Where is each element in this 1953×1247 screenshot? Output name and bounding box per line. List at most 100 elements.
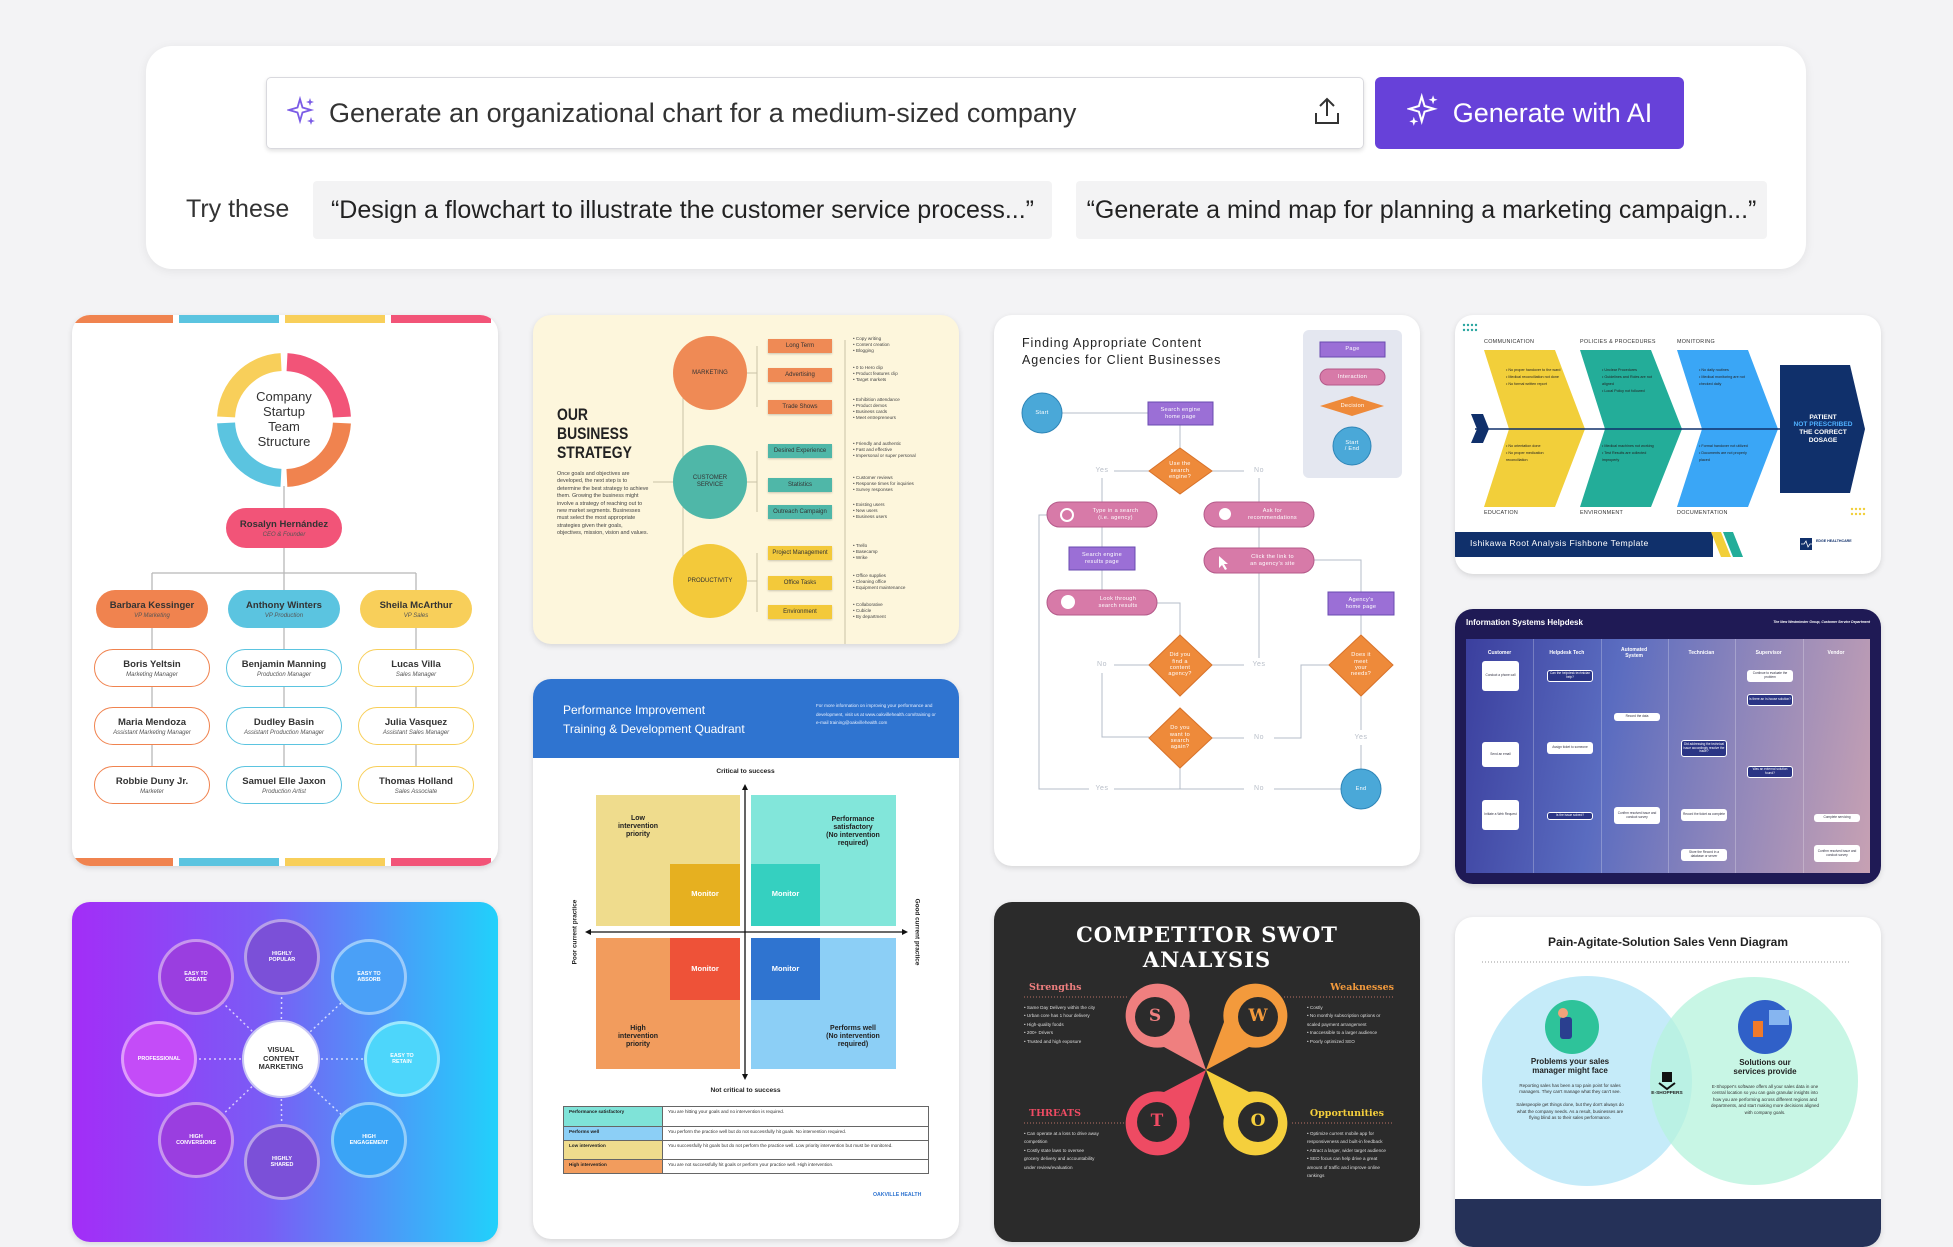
branch-label-yes: Yes [1354,733,1368,741]
marketing-benefit-node: HIGH CONVERSIONS [158,1102,234,1178]
monitor-label: Monitor [691,888,719,898]
strategy-bullets: Exhibition attendanceProduct demosBusine… [853,397,943,421]
marketing-benefit-node: HIGH ENGAGEMENT [331,1102,407,1178]
process-box: Record the ticket as complete [1681,809,1727,821]
template-card-flowchart[interactable]: Finding Appropriate Content Agencies for… [994,315,1420,866]
branch-label-no: No [1254,466,1264,474]
bullet-item: No daily routines [1699,367,1754,374]
bullet-item: Impersonal or super personal [853,453,943,459]
member-role: Assistant Sales Manager [382,729,450,736]
strategy-bullets: Copy writingContent creationBlogging [853,336,943,354]
fishbone-category: DOCUMENTATION [1677,510,1728,516]
process-box: Confirm resolved issue and conduct surve… [1614,807,1660,824]
member-name: Boris Yeltsin [123,658,181,670]
oakville-health-logo: OAKVILLE HEALTH [873,1192,922,1198]
legend-value: You perform the practice well but do not… [668,1129,847,1134]
suggestion-chip-flowchart[interactable]: “Design a flowchart to illustrate the cu… [313,181,1052,239]
edge-healthcare-logo: EDGE HEALTHCARE [1816,539,1852,543]
bullet-item: Poorly optimized SEO [1307,1038,1387,1046]
sparkle-icon [1405,92,1441,134]
ceo-name: Rosalyn Hernández [239,518,329,530]
fishbone-head-line2: NOT PRESCRIBED [1793,421,1853,429]
fishbone-causes: Formal handover not utilizedDocuments ar… [1699,443,1754,464]
bullet-item: Guidelines and Roles are not aligned [1602,374,1657,388]
swot-letter: W [1248,1006,1268,1027]
vp-node: Anthony Winters VP Production [228,590,340,628]
member-role: Assistant Marketing Manager [113,729,191,736]
bullet-item: Wrike [853,555,943,561]
generate-with-ai-button[interactable]: Generate with AI [1375,77,1684,149]
fishbone-causes: No proper handover to the wardMedical re… [1506,367,1561,388]
marketing-benefit-node: HIGHLY SHARED [244,1124,320,1200]
branch-label-no: No [1254,733,1264,741]
process-box: Conduct a phone call [1482,661,1519,691]
marketing-benefit-node: HIGHLY POPULAR [244,919,320,995]
template-card-visual-marketing[interactable]: VISUAL CONTENT MARKETING HIGHLY POPULAR E… [72,902,498,1242]
bullet-item: Attract a larger, wider target audience [1307,1147,1387,1155]
strategy-circle: CUSTOMER SERVICE [673,445,747,519]
marketing-benefit-node: EASY TO RETAIN [364,1021,440,1097]
prompt-text[interactable]: Generate an organizational chart for a m… [329,98,1313,129]
quadrant-performs-well: Performs well (No intervention required) [826,1024,880,1049]
template-card-venn[interactable]: Pain-Agitate-Solution Sales Venn Diagram… [1455,917,1881,1247]
venn-right-body: E-Shopper's software offers all your sal… [1710,1084,1820,1115]
strategy-box: Office Tasks [768,576,832,590]
template-card-org-chart[interactable]: Company Startup Team Structure Rosalyn H… [72,315,498,866]
member-node: Benjamin Manning Production Manager [226,649,342,687]
swot-bullets: Can operate at a loss to drive away comp… [1024,1130,1099,1172]
suggestion-chip-mind-map[interactable]: “Generate a mind map for planning a mark… [1076,181,1767,239]
member-name: Benjamin Manning [241,658,327,670]
branch-label-yes: Yes [1252,660,1266,668]
process-box: Can the helpdesk technician help? [1547,670,1593,682]
vp-name: Sheila McArthur [379,599,453,611]
bullet-item: Blogging [853,348,943,354]
generate-label: Generate with AI [1452,97,1653,128]
strategy-box: Environment [768,605,832,619]
swot-bullets: Optimize current mobile app for responsi… [1307,1130,1387,1180]
strategy-paragraph: Once goals and objectives are developed,… [557,471,649,537]
fishbone-footer-title: Ishikawa Root Analysis Fishbone Template [1470,538,1649,548]
template-card-helpdesk[interactable]: Information Systems Helpdesk The New Wes… [1455,609,1881,884]
bullet-item: SEO focus can help drive a great amount … [1307,1155,1387,1180]
strategy-box: Long Term [768,339,832,353]
marketing-benefit-node: EASY TO ABSORB [331,939,407,1015]
bullet-item: Can operate at a loss to drive away comp… [1024,1130,1099,1147]
bullet-item: Medical monitoring are not checked daily [1699,374,1754,388]
strategy-circle: PRODUCTIVITY [673,544,747,618]
template-card-fishbone[interactable]: PATIENT NOT PRESCRIBED THE CORRECT DOSAG… [1455,315,1881,574]
swot-letter: T [1150,1111,1164,1132]
helpdesk-title: Information Systems Helpdesk [1466,618,1583,627]
prompt-input[interactable]: Generate an organizational chart for a m… [266,77,1364,149]
template-card-quadrant[interactable]: Performance Improvement Training & Devel… [533,679,959,1239]
right-axis-label: Good current practice [913,898,921,966]
meet-needs-decision: Does it meet your needs? [1350,652,1372,678]
bullet-item: Business users [853,514,943,520]
strategy-box: Project Management [768,546,832,560]
venn-left-heading: Problems your sales manager might face [1530,1057,1610,1076]
venn-left-body: Reporting sales has been a top pain poin… [1516,1083,1624,1121]
bullet-item: No proper handover to the ward [1506,367,1561,374]
member-node: Robbie Duny Jr. Marketer [94,766,210,804]
color-stripe [73,315,173,323]
process-box: Is the issue solved? [1547,812,1593,820]
member-role: Production Artist [262,788,306,795]
process-box: Record the data [1614,713,1660,721]
lane-header: Supervisor [1755,650,1782,657]
bottom-axis-label: Not critical to success [710,1087,781,1095]
found-agency-decision: Did you find a content agency? [1168,652,1192,678]
bullet-item: Same Day Delivery within the city [1024,1004,1099,1012]
legend-key: Low intervention [564,1141,663,1159]
swot-heading: Opportunities [1309,1108,1384,1119]
process-box: Store the Record in a database or server [1681,849,1727,861]
template-card-business-strategy[interactable]: OUR BUSINESS STRATEGY Once goals and obj… [533,315,959,644]
search-again-decision: Do you want to search again? [1169,725,1191,751]
venn-shapes [1455,961,1881,1247]
bullet-item: Inaccessible to a larger audience [1307,1029,1387,1037]
member-node: Maria Mendoza Assistant Marketing Manager [94,707,210,745]
bullet-item: No orientation done [1506,443,1561,450]
upload-icon[interactable] [1313,96,1341,131]
lane-header: Technician [1688,650,1715,657]
helpdesk-org: The New Westminster Group, Customer Serv… [1773,620,1870,624]
template-card-swot[interactable]: COMPETITOR SWOT ANALYSIS StrengthsSSame … [994,902,1420,1242]
member-role: Production Manager [256,671,312,678]
